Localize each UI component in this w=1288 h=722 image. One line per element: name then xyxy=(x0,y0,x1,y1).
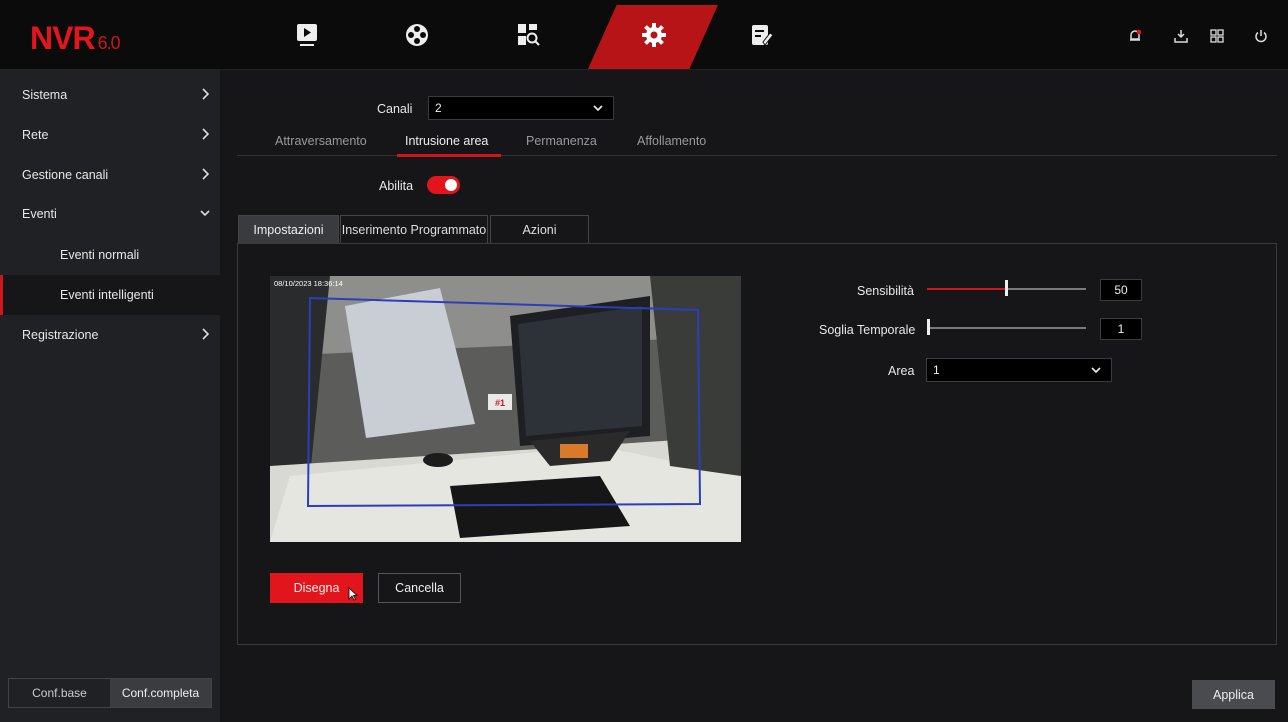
area-value: 1 xyxy=(933,363,940,377)
app-logo: NVR 6.0 xyxy=(30,20,121,56)
download-icon[interactable] xyxy=(1172,27,1190,45)
config-mode-switch: Conf.base Conf.completa xyxy=(8,678,212,708)
sidebar-item-label: Eventi intelligenti xyxy=(60,288,154,302)
chevron-right-icon xyxy=(202,328,210,340)
threshold-label: Soglia Temporale xyxy=(819,323,916,337)
camera-image xyxy=(270,276,741,542)
chevron-down-icon xyxy=(593,105,603,112)
sidebar-item-label: Eventi xyxy=(22,207,57,221)
subtab-inserimento-programmato[interactable]: Inserimento Programmato xyxy=(340,215,488,243)
preview-timestamp: 08/10/2023 18:36:14 xyxy=(274,279,343,288)
sidebar-item-eventi-intelligenti[interactable]: Eventi intelligenti xyxy=(0,275,220,315)
channel-select[interactable]: 2 xyxy=(428,96,614,120)
tab-intrusione-area[interactable]: Intrusione area xyxy=(405,134,488,148)
chevron-right-icon xyxy=(202,128,210,140)
tab-permanenza[interactable]: Permanenza xyxy=(526,134,597,148)
sidebar-item-label: Rete xyxy=(22,128,49,142)
sidebar-item-gestione-canali[interactable]: Gestione canali xyxy=(0,155,220,195)
channel-value: 2 xyxy=(435,101,442,115)
cursor-icon xyxy=(348,587,358,601)
sidebar-item-sistema[interactable]: Sistema xyxy=(0,75,220,115)
maintenance-icon[interactable] xyxy=(743,15,783,55)
sidebar-item-rete[interactable]: Rete xyxy=(0,115,220,155)
sensitivity-label: Sensibilità xyxy=(857,284,914,298)
region-label: #1 xyxy=(495,398,506,408)
sidebar-item-label: Registrazione xyxy=(22,328,99,342)
area-select[interactable]: 1 xyxy=(926,358,1112,382)
sidebar-item-label: Sistema xyxy=(22,88,68,102)
tab-affollamento[interactable]: Affollamento xyxy=(637,134,706,148)
area-label: Area xyxy=(888,364,915,378)
playback-icon[interactable] xyxy=(287,15,327,55)
chevron-right-icon xyxy=(202,88,210,100)
sidebar: Sistema Rete Gestione canali Eventi Even… xyxy=(0,70,220,722)
top-bar: NVR 6.0 xyxy=(0,0,1288,70)
alarm-icon[interactable] xyxy=(1126,27,1144,45)
threshold-slider-handle[interactable] xyxy=(927,319,930,335)
power-icon[interactable] xyxy=(1252,27,1270,45)
camera-preview[interactable]: 08/10/2023 18:36:14 #1 xyxy=(270,276,741,542)
active-tab-indicator xyxy=(397,154,501,157)
main-content: Canali 2 Attraversamento Intrusione area… xyxy=(220,70,1288,722)
apply-button[interactable]: Applica xyxy=(1192,680,1275,709)
sensitivity-slider-handle[interactable] xyxy=(1005,280,1008,296)
grid-icon[interactable] xyxy=(1208,27,1226,45)
tab-attraversamento[interactable]: Attraversamento xyxy=(275,134,367,148)
gear-icon[interactable] xyxy=(634,15,674,55)
tab-divider xyxy=(237,155,1277,156)
chevron-right-icon xyxy=(202,168,210,180)
subtab-impostazioni[interactable]: Impostazioni xyxy=(238,215,339,243)
sensitivity-slider-fill xyxy=(927,288,1006,290)
sidebar-item-registrazione[interactable]: Registrazione xyxy=(0,315,220,355)
threshold-slider-track[interactable] xyxy=(927,327,1086,329)
sidebar-item-eventi[interactable]: Eventi xyxy=(0,194,220,234)
enable-toggle[interactable] xyxy=(427,176,460,194)
conf-full-button[interactable]: Conf.completa xyxy=(110,679,211,707)
reel-icon[interactable] xyxy=(397,15,437,55)
subtab-azioni[interactable]: Azioni xyxy=(490,215,589,243)
search-file-icon[interactable] xyxy=(508,15,548,55)
sensitivity-value[interactable]: 50 xyxy=(1100,279,1142,301)
sidebar-item-eventi-normali[interactable]: Eventi normali xyxy=(0,235,220,275)
channel-label: Canali xyxy=(377,102,413,116)
chevron-down-icon xyxy=(1091,367,1101,374)
sidebar-item-label: Gestione canali xyxy=(22,168,109,182)
enable-label: Abilita xyxy=(379,179,414,193)
clear-button[interactable]: Cancella xyxy=(378,573,461,603)
sidebar-item-label: Eventi normali xyxy=(60,248,140,262)
chevron-down-icon xyxy=(200,210,210,217)
conf-base-button[interactable]: Conf.base xyxy=(9,679,110,707)
threshold-value[interactable]: 1 xyxy=(1100,318,1142,340)
